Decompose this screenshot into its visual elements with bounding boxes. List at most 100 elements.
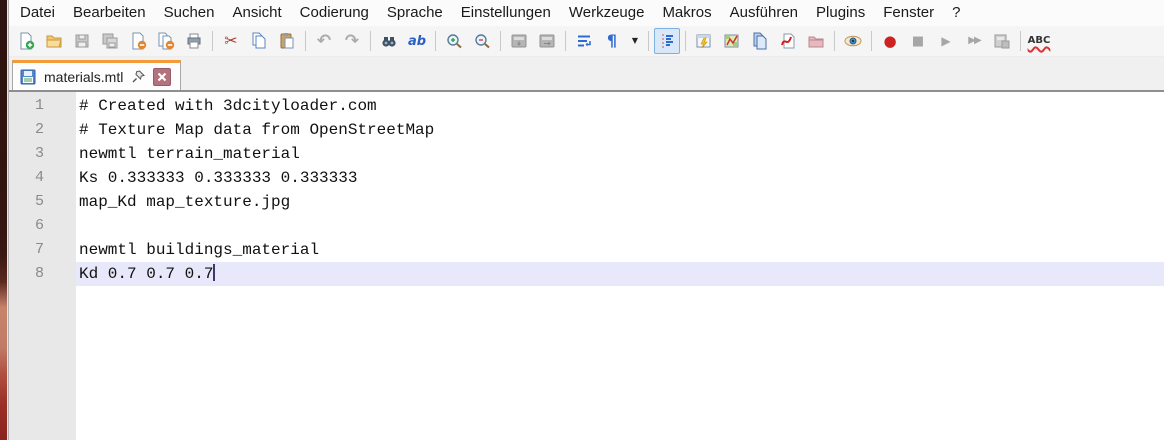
document-map-button[interactable] [719,28,745,54]
macro-save-icon [994,34,1010,49]
code-line[interactable]: Ks 0.333333 0.333333 0.333333 [76,166,1164,190]
spell-check-button[interactable]: ABC [1026,28,1052,54]
function-list-button[interactable] [691,28,717,54]
document-switcher-button[interactable] [747,28,773,54]
zoom-out-icon [475,34,490,49]
code-line[interactable]: newmtl buildings_material [76,238,1164,262]
eye-icon [844,35,862,47]
replace-button[interactable]: ab [404,28,430,54]
menu-codierung[interactable]: Codierung [291,0,378,26]
tab-materials-mtl[interactable]: materials.mtl [12,60,182,90]
sync-scroll-horizontal-icon [539,34,555,48]
file-monitoring-icon [781,33,795,49]
menu-datei[interactable]: Datei [11,0,64,26]
menu-fenster[interactable]: Fenster [874,0,943,26]
cut-button[interactable]: ✂ [218,28,244,54]
code-line[interactable]: newmtl terrain_material [76,142,1164,166]
print-icon [187,33,201,49]
code-line-text: newmtl terrain_material [79,145,300,163]
new-file-button[interactable] [13,28,39,54]
code-line-current[interactable]: Kd 0.7 0.7 0.7 [76,262,1164,286]
tab-strip: materials.mtl [9,57,1164,92]
project-folder-button[interactable] [803,28,829,54]
redo-button[interactable]: ↷ [339,28,365,54]
project-folder-icon [808,36,824,48]
zoom-in-icon [447,34,462,49]
line-number: 2 [34,121,44,138]
spell-check-icon: ABC [1027,35,1051,46]
toolbar-separator [435,31,436,51]
cut-icon: ✂ [224,31,238,50]
macro-save-button[interactable] [989,28,1015,54]
sync-scroll-vertical-icon [511,34,527,48]
paragraph-dropdown-button[interactable]: ▼ [627,28,643,54]
indent-guide-button[interactable] [654,28,680,54]
editor-area[interactable]: 1 2 3 4 5 6 7 8 # Created with 3dcityloa… [9,92,1164,440]
function-list-icon [696,34,711,49]
macro-stop-button[interactable]: ■ [905,28,931,54]
saved-floppy-icon [20,69,36,84]
code-line[interactable]: map_Kd map_texture.jpg [76,190,1164,214]
menu-werkzeuge[interactable]: Werkzeuge [560,0,654,26]
menu-ansicht[interactable]: Ansicht [223,0,290,26]
undo-button[interactable]: ↶ [311,28,337,54]
pin-icon[interactable] [130,69,146,85]
paste-icon [280,33,294,49]
code-line-text: newmtl buildings_material [79,241,320,259]
word-wrap-icon [578,35,591,47]
find-button[interactable] [376,28,402,54]
document-map-icon [724,34,739,48]
indent-guide-icon [662,34,673,48]
menu-bar: Datei Bearbeiten Suchen Ansicht Codierun… [9,0,1164,26]
find-binoculars-icon [382,37,396,47]
macro-run-multiple-button[interactable]: ▶▶ [961,28,987,54]
line-number: 7 [34,241,44,258]
menu-bearbeiten[interactable]: Bearbeiten [64,0,155,26]
menu-ausfuehren[interactable]: Ausführen [721,0,807,26]
redo-icon: ↷ [344,30,360,51]
menu-sprache[interactable]: Sprache [378,0,452,26]
close-all-icon [158,32,175,50]
menu-makros[interactable]: Makros [653,0,720,26]
menu-plugins[interactable]: Plugins [807,0,874,26]
save-button[interactable] [69,28,95,54]
code-text-area[interactable]: # Created with 3dcityloader.com # Textur… [76,92,1164,440]
code-line[interactable] [76,214,1164,238]
background-app-strip [0,0,7,440]
toolbar-separator [648,31,649,51]
macro-record-button[interactable]: ● [877,28,903,54]
print-button[interactable] [181,28,207,54]
stop-icon: ■ [911,33,925,49]
menu-suchen[interactable]: Suchen [155,0,224,26]
toolbar-separator [834,31,835,51]
close-file-icon [132,32,147,50]
menu-einstellungen[interactable]: Einstellungen [452,0,560,26]
fast-forward-icon: ▶▶ [968,35,981,46]
file-monitoring-button[interactable] [775,28,801,54]
copy-button[interactable] [246,28,272,54]
preview-eye-button[interactable] [840,28,866,54]
tab-title: materials.mtl [44,68,124,85]
menu-hilfe[interactable]: ? [943,0,969,26]
paste-button[interactable] [274,28,300,54]
close-all-button[interactable] [153,28,179,54]
tab-close-button[interactable] [153,67,172,86]
code-line-text: Ks 0.333333 0.333333 0.333333 [79,169,358,187]
new-file-icon [20,32,35,50]
toolbar-separator [212,31,213,51]
toolbar-separator [305,31,306,51]
zoom-out-button[interactable] [469,28,495,54]
macro-play-button[interactable]: ▶ [933,28,959,54]
code-line[interactable]: # Created with 3dcityloader.com [76,94,1164,118]
save-all-button[interactable] [97,28,123,54]
show-all-characters-button[interactable]: ¶ [599,28,625,54]
line-number: 6 [34,217,44,234]
open-file-button[interactable] [41,28,67,54]
sync-scroll-horizontal-button[interactable] [534,28,560,54]
code-line[interactable]: # Texture Map data from OpenStreetMap [76,118,1164,142]
sync-scroll-vertical-button[interactable] [506,28,532,54]
word-wrap-button[interactable] [571,28,597,54]
record-icon: ● [883,31,897,50]
close-file-button[interactable] [125,28,151,54]
zoom-in-button[interactable] [441,28,467,54]
